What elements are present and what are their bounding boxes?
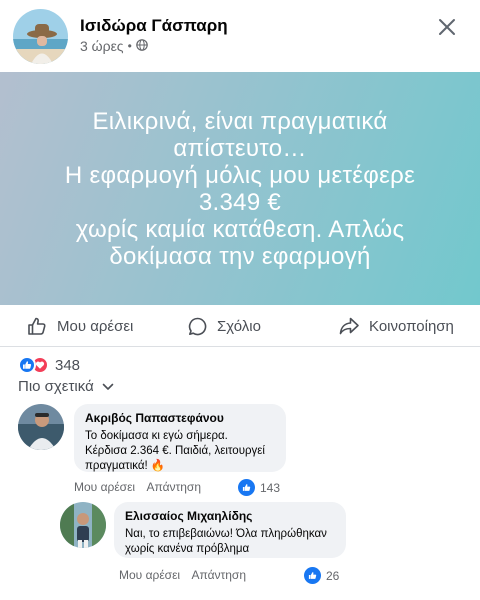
comment-reply-link[interactable]: Απάντηση: [146, 480, 201, 494]
comment-icon: [188, 317, 207, 335]
comment-likes-value: 26: [326, 568, 340, 583]
post-banner[interactable]: Ειλικρινά, είναι πραγματικά απίστευτο… Η…: [0, 72, 480, 305]
like-reaction-icon: [18, 356, 36, 374]
share-button[interactable]: Κοινοποίηση: [338, 305, 454, 347]
thumbs-up-icon: [28, 317, 46, 335]
sort-label: Πιο σχετικά: [18, 378, 94, 395]
share-label: Κοινοποίηση: [369, 317, 454, 335]
post-meta: 3 ώρες •: [80, 38, 148, 54]
meta-separator: •: [127, 39, 132, 53]
post-time[interactable]: 3 ώρες: [80, 38, 124, 54]
share-icon: [339, 317, 359, 335]
reaction-count: 348: [55, 356, 81, 374]
commenter-name[interactable]: Ακριβός Παπαστεφάνου: [85, 411, 275, 425]
reaction-summary[interactable]: 348: [18, 355, 80, 375]
author-name[interactable]: Ισιδώρα Γάσπαρη: [80, 16, 228, 36]
comment-button[interactable]: Σχόλιο: [187, 305, 261, 347]
comment-text-line: Το δοκίμασα κι εγώ σήμερα.: [85, 430, 228, 442]
comment-bubble: Ακριβός Παπαστεφάνου Το δοκίμασα κι εγώ …: [74, 404, 286, 472]
close-icon: [439, 19, 455, 35]
like-reaction-icon: [238, 479, 255, 496]
globe-icon: [135, 38, 148, 54]
banner-line: Ειλικρινά, είναι πραγματικά: [92, 107, 388, 135]
author-avatar[interactable]: [13, 9, 68, 64]
like-button[interactable]: Μου αρέσει: [26, 305, 133, 347]
banner-line: χωρίς καμία κατάθεση. Απλώς: [75, 215, 405, 243]
banner-line: δοκίμασα την εφαρμογή: [109, 242, 371, 270]
banner-line: 3.349 €: [198, 188, 282, 216]
comment-text-line: πραγματικά! 🔥: [85, 460, 166, 472]
comment-sort-dropdown[interactable]: Πιο σχετικά: [18, 378, 114, 395]
post-header: Ισιδώρα Γάσπαρη 3 ώρες •: [0, 0, 480, 72]
comment-likes-value: 143: [260, 480, 281, 495]
comment-like-link[interactable]: Μου αρέσει: [74, 480, 135, 494]
comment-like-count[interactable]: 26: [304, 567, 339, 584]
comment-text-line: Ναι, το επιβεβαιώνω! Όλα πληρώθηκαν: [125, 528, 327, 540]
comment-label: Σχόλιο: [217, 317, 261, 335]
like-reaction-icon: [304, 567, 321, 584]
chevron-down-icon: [102, 383, 114, 390]
commenter-avatar[interactable]: [18, 404, 64, 450]
banner-line: απίστευτο…: [173, 134, 307, 162]
commenter-avatar[interactable]: [60, 502, 106, 548]
comment-actions: Μου αρέσει Απάντηση: [119, 568, 246, 582]
comment-text-line: Κέρδισα 2.364 €. Παιδιά, λειτουργεί: [85, 445, 265, 457]
close-button[interactable]: [434, 14, 460, 40]
commenter-name[interactable]: Ελισσαίος Μιχαηλίδης: [125, 509, 335, 523]
comment-actions: Μου αρέσει Απάντηση: [74, 480, 201, 494]
like-label: Μου αρέσει: [57, 317, 134, 335]
banner-line: Η εφαρμογή μόλις μου μετέφερε: [64, 161, 416, 189]
comment-reply-link[interactable]: Απάντηση: [191, 568, 246, 582]
comment-like-count[interactable]: 143: [238, 479, 280, 496]
comment-bubble: Ελισσαίος Μιχαηλίδης Ναι, το επιβεβαιώνω…: [114, 502, 346, 558]
action-bar: Μου αρέσει Σχόλιο Κοινοποίηση: [0, 305, 480, 347]
comment-like-link[interactable]: Μου αρέσει: [119, 568, 180, 582]
comment-text-line: χωρίς κανένα πρόβλημα: [125, 543, 250, 555]
